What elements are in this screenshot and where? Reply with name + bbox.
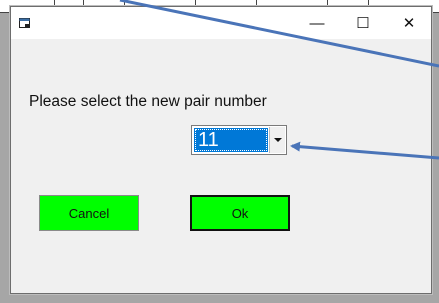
prompt-label: Please select the new pair number bbox=[29, 93, 267, 110]
minimize-button[interactable]: — bbox=[294, 7, 340, 39]
cancel-button[interactable]: Cancel bbox=[39, 195, 139, 231]
app-window-icon bbox=[19, 18, 30, 28]
title-bar[interactable]: — ☐ ✕ bbox=[11, 7, 431, 39]
select-value: 11 bbox=[194, 128, 268, 152]
pair-number-select[interactable]: 11 bbox=[191, 125, 287, 155]
dialog-window: — ☐ ✕ Please select the new pair number … bbox=[10, 6, 432, 294]
close-button[interactable]: ✕ bbox=[386, 7, 432, 39]
chevron-down-icon bbox=[273, 137, 282, 142]
ok-button[interactable]: Ok bbox=[190, 195, 290, 231]
maximize-button[interactable]: ☐ bbox=[340, 7, 386, 39]
dropdown-arrow-icon[interactable] bbox=[269, 127, 285, 153]
